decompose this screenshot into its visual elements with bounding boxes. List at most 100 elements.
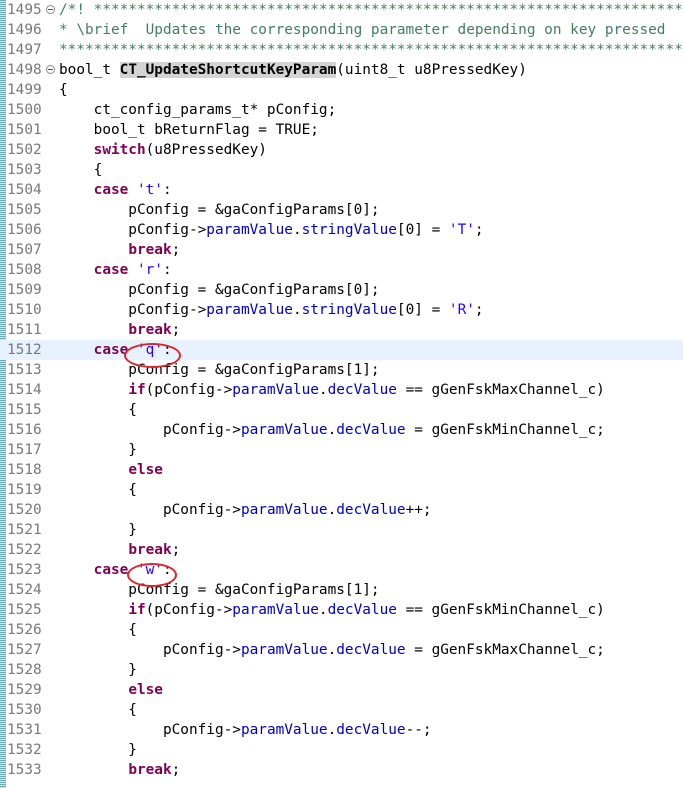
line-number: 1521 bbox=[7, 522, 42, 538]
line-number: 1501 bbox=[7, 122, 42, 138]
line-number: 1519 bbox=[7, 482, 42, 498]
line-number: 1529 bbox=[7, 682, 42, 698]
code-text: } bbox=[59, 660, 137, 680]
code-line[interactable]: 1533 break; bbox=[0, 760, 683, 780]
fold-toggle-icon[interactable] bbox=[46, 5, 55, 14]
code-token: break bbox=[128, 762, 172, 778]
line-number: 1525 bbox=[7, 602, 42, 618]
line-number: 1510 bbox=[7, 302, 42, 318]
code-token: switch bbox=[93, 142, 146, 158]
code-line[interactable]: 1531 pConfig->paramValue.decValue--; bbox=[0, 720, 683, 740]
code-token: /*! ************************************… bbox=[59, 2, 683, 18]
code-text: case 'r': bbox=[59, 260, 172, 280]
code-line[interactable]: 1517 } bbox=[0, 440, 683, 460]
code-text: pConfig->paramValue.decValue = gGenFskMi… bbox=[59, 420, 605, 440]
code-line[interactable]: 1506 pConfig->paramValue.stringValue[0] … bbox=[0, 220, 683, 240]
code-line[interactable]: 1516 pConfig->paramValue.decValue = gGen… bbox=[0, 420, 683, 440]
code-text: break; bbox=[59, 760, 180, 780]
code-line[interactable]: 1514 if(pConfig->paramValue.decValue == … bbox=[0, 380, 683, 400]
code-line[interactable]: 1527 pConfig->paramValue.decValue = gGen… bbox=[0, 640, 683, 660]
code-line[interactable]: 1511 break; bbox=[0, 320, 683, 340]
code-token: pConfig-> bbox=[59, 642, 241, 658]
code-line[interactable]: 1524 pConfig = &gaConfigParams[1]; bbox=[0, 580, 683, 600]
code-line[interactable]: 1526 { bbox=[0, 620, 683, 640]
code-line[interactable]: 1501 bool_t bReturnFlag = TRUE; bbox=[0, 120, 683, 140]
code-token: ; bbox=[171, 242, 181, 258]
code-text: if(pConfig->paramValue.decValue == gGenF… bbox=[59, 600, 605, 620]
code-token: pConfig-> bbox=[59, 502, 241, 518]
code-line[interactable]: 1505 pConfig = &gaConfigParams[0]; bbox=[0, 200, 683, 220]
code-line[interactable]: 1529 else bbox=[0, 680, 683, 700]
code-text: } bbox=[59, 740, 137, 760]
code-line[interactable]: 1498 bool_t CT_UpdateShortcutKeyParam(uin… bbox=[0, 60, 683, 80]
code-token: case bbox=[93, 182, 129, 198]
code-token: . bbox=[318, 382, 328, 398]
line-number: 1513 bbox=[7, 362, 42, 378]
code-token: stringValue bbox=[301, 302, 397, 318]
code-line[interactable]: 1508 case 'r': bbox=[0, 260, 683, 280]
code-line[interactable]: 1509 pConfig = &gaConfigParams[0]; bbox=[0, 280, 683, 300]
code-line[interactable]: 1515 { bbox=[0, 400, 683, 420]
code-line[interactable]: 1503 { bbox=[0, 160, 683, 180]
code-line[interactable]: 1513 pConfig = &gaConfigParams[1]; bbox=[0, 360, 683, 380]
code-line[interactable]: 1521 } bbox=[0, 520, 683, 540]
code-text: { bbox=[59, 160, 103, 180]
code-line[interactable]: 1500 ct_config_params_t* pConfig; bbox=[0, 100, 683, 120]
code-line[interactable]: 1528 } bbox=[0, 660, 683, 680]
code-token: case bbox=[93, 562, 129, 578]
code-line[interactable]: 1530 { bbox=[0, 700, 683, 720]
line-number: 1503 bbox=[7, 162, 42, 178]
code-token: paramValue bbox=[232, 602, 319, 618]
code-line[interactable]: 1523 case 'w': bbox=[0, 560, 683, 580]
code-text: } bbox=[59, 520, 137, 540]
code-text: { bbox=[59, 80, 68, 100]
code-token: CT_UpdateShortcutKeyParam bbox=[119, 62, 337, 78]
code-line[interactable]: 1499 { bbox=[0, 80, 683, 100]
code-token: break bbox=[128, 242, 172, 258]
code-token: if bbox=[128, 602, 146, 618]
code-line[interactable]: 1532 } bbox=[0, 740, 683, 760]
code-line[interactable]: 1495 /*! ********************************… bbox=[0, 0, 683, 20]
line-number: 1515 bbox=[7, 402, 42, 418]
code-line[interactable]: 1520 pConfig->paramValue.decValue++; bbox=[0, 500, 683, 520]
fold-toggle-icon[interactable] bbox=[46, 65, 55, 74]
code-line[interactable]: 1504 case 't': bbox=[0, 180, 683, 200]
code-line[interactable]: 1502 switch(u8PressedKey) bbox=[0, 140, 683, 160]
code-token: == gGenFskMaxChannel_c) bbox=[396, 382, 605, 398]
line-number: 1506 bbox=[7, 222, 42, 238]
code-token: { bbox=[59, 82, 68, 98]
code-token: { bbox=[59, 702, 137, 718]
code-token: 't' bbox=[136, 182, 163, 198]
code-line[interactable]: 1510 pConfig->paramValue.stringValue[0] … bbox=[0, 300, 683, 320]
code-line[interactable]: 1519 { bbox=[0, 480, 683, 500]
line-number: 1517 bbox=[7, 442, 42, 458]
code-line[interactable]: 1522 break; bbox=[0, 540, 683, 560]
code-line[interactable]: 1518 else bbox=[0, 460, 683, 480]
code-token: decValue bbox=[336, 722, 406, 738]
code-line[interactable]: 1497 ************************************… bbox=[0, 40, 683, 60]
code-token: * \brief Updates the corresponding param… bbox=[59, 22, 666, 38]
code-token: ct_config_params_t* pConfig; bbox=[59, 102, 337, 118]
code-token: decValue bbox=[327, 382, 397, 398]
code-editor[interactable]: 1495 /*! ********************************… bbox=[0, 0, 683, 788]
code-line[interactable]: 1525 if(pConfig->paramValue.decValue == … bbox=[0, 600, 683, 620]
code-token: ++; bbox=[405, 502, 432, 518]
line-number: 1523 bbox=[7, 562, 42, 578]
line-number: 1526 bbox=[7, 622, 42, 638]
code-token: paramValue bbox=[240, 422, 328, 438]
code-line[interactable]: 1507 break; bbox=[0, 240, 683, 260]
code-token: pConfig-> bbox=[59, 302, 207, 318]
code-token: ; bbox=[171, 322, 181, 338]
code-text: { bbox=[59, 620, 137, 640]
code-line[interactable]: 1496 * \brief Updates the corresponding p… bbox=[0, 20, 683, 40]
code-line[interactable]: 1512 case 'q': bbox=[0, 340, 683, 360]
code-text: if(pConfig->paramValue.decValue == gGenF… bbox=[59, 380, 605, 400]
code-text: pConfig = &gaConfigParams[1]; bbox=[59, 360, 379, 380]
